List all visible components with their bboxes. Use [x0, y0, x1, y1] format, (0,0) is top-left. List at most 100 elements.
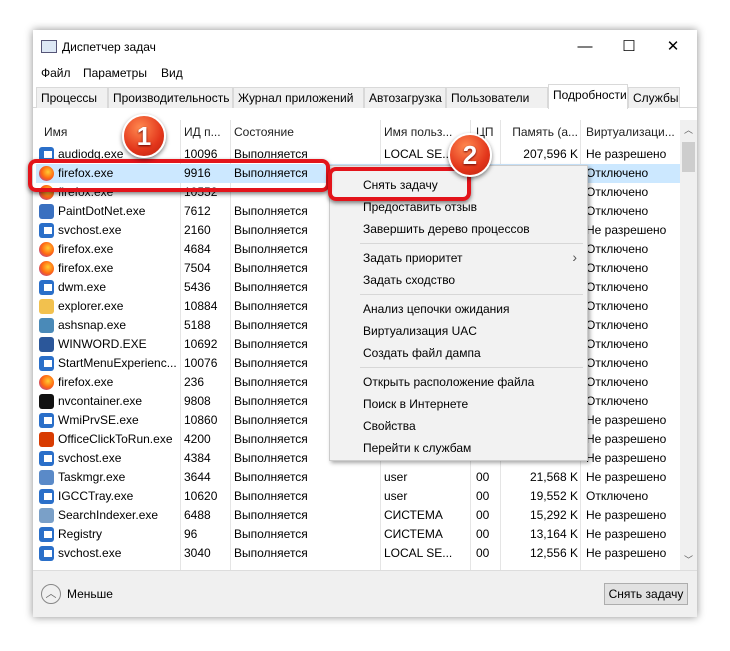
context-menu-item-10[interactable]: Свойства: [363, 419, 416, 433]
process-svc-icon: [39, 356, 54, 371]
context-menu-item-9[interactable]: Поиск в Интернете: [363, 397, 468, 411]
cell-status: Выполняется: [234, 489, 308, 503]
process-pdn-icon: [39, 204, 54, 219]
cell-virtualization: Отключено: [586, 280, 649, 294]
tab-4[interactable]: Пользователи: [446, 87, 548, 108]
column-header-6[interactable]: Виртуализаци...: [586, 125, 678, 139]
submenu-arrow-icon: ›: [572, 249, 577, 265]
cell-name: Taskmgr.exe: [58, 470, 126, 484]
context-menu-item-1[interactable]: Предоставить отзыв: [363, 200, 477, 214]
cell-name: nvcontainer.exe: [58, 394, 143, 408]
cell-virtualization: Отключено: [586, 166, 649, 180]
vertical-scrollbar[interactable]: ︿ ﹀: [680, 120, 697, 570]
cell-pid: 5188: [184, 318, 211, 332]
cell-pid: 96: [184, 527, 198, 541]
tab-5[interactable]: Подробности: [548, 84, 628, 109]
cell-name: firefox.exe: [58, 242, 114, 256]
cell-virtualization: Отключено: [586, 356, 649, 370]
cell-pid: 10692: [184, 337, 218, 351]
cell-user: СИСТЕМА: [384, 527, 443, 541]
cell-cpu: 00: [476, 508, 490, 522]
context-menu-item-5[interactable]: Анализ цепочки ожидания: [363, 302, 509, 316]
tab-0[interactable]: Процессы: [36, 87, 108, 108]
cell-pid: 7612: [184, 204, 211, 218]
context-menu-item-7[interactable]: Создать файл дампа: [363, 346, 481, 360]
column-header-2[interactable]: Состояние: [234, 125, 382, 139]
table-row[interactable]: Registry 96 Выполняется СИСТЕМА 00 13,164 K Не…: [36, 525, 680, 544]
process-svc-icon: [39, 223, 54, 238]
close-button[interactable]: ✕: [653, 34, 693, 60]
scroll-thumb[interactable]: [682, 142, 695, 172]
tab-3[interactable]: Автозагрузка: [364, 87, 446, 108]
cell-memory: 13,164 K: [529, 527, 578, 541]
highlight-selected-row: [28, 159, 330, 192]
tab-1[interactable]: Производительность: [108, 87, 233, 108]
cell-name: firefox.exe: [58, 261, 114, 275]
context-menu-item-3[interactable]: Задать приоритет: [363, 251, 462, 265]
cell-pid: 236: [184, 375, 205, 389]
cell-virtualization: Отключено: [586, 299, 649, 313]
cell-name: svchost.exe: [58, 546, 122, 560]
scroll-up-icon[interactable]: ︿: [684, 123, 693, 136]
cell-pid: 2160: [184, 223, 211, 237]
table-row[interactable]: Taskmgr.exe 3644 Выполняется user 00 21,568 K…: [36, 468, 680, 487]
cell-pid: 7504: [184, 261, 211, 275]
cell-name: ashsnap.exe: [58, 318, 127, 332]
cell-memory: 15,292 K: [529, 508, 578, 522]
menu-file[interactable]: Файл: [41, 66, 71, 80]
cell-name: WINWORD.EXE: [58, 337, 147, 351]
cell-memory: 12,556 K: [529, 546, 578, 560]
menu-bar: Файл Параметры Вид: [33, 62, 697, 84]
step-badge-2: 2: [448, 133, 492, 177]
maximize-button[interactable]: ☐: [609, 34, 649, 60]
cell-pid: 4384: [184, 451, 211, 465]
tab-6[interactable]: Службы: [628, 87, 680, 108]
cell-name: OfficeClickToRun.exe: [58, 432, 173, 446]
cell-virtualization: Отключено: [586, 185, 649, 199]
cell-virtualization: Не разрешено: [586, 413, 667, 427]
cell-name: svchost.exe: [58, 451, 122, 465]
process-svc-icon: [39, 280, 54, 295]
process-ff-icon: [39, 375, 54, 390]
process-folder-icon: [39, 299, 54, 314]
end-task-button[interactable]: Снять задачу: [604, 583, 688, 605]
cell-name: firefox.exe: [58, 375, 114, 389]
cell-virtualization: Отключено: [586, 318, 649, 332]
cell-virtualization: Не разрешено: [586, 546, 667, 560]
table-row[interactable]: IGCCTray.exe 10620 Выполняется user 00 19,552…: [36, 487, 680, 506]
context-menu-item-8[interactable]: Открыть расположение файла: [363, 375, 534, 389]
cell-status: Выполняется: [234, 527, 308, 541]
table-row[interactable]: SearchIndexer.exe 6488 Выполняется СИСТЕМА 0…: [36, 506, 680, 525]
fewer-details-link[interactable]: Меньше: [67, 587, 113, 601]
context-menu-item-6[interactable]: Виртуализация UAC: [363, 324, 477, 338]
menu-separator: [360, 243, 583, 244]
minimize-button[interactable]: —: [565, 34, 605, 60]
cell-pid: 4200: [184, 432, 211, 446]
cell-status: Выполняется: [234, 546, 308, 560]
process-ff-icon: [39, 242, 54, 257]
column-header-1[interactable]: ИД п...: [184, 125, 232, 139]
cell-cpu: 00: [476, 546, 490, 560]
tab-2[interactable]: Журнал приложений: [233, 87, 364, 108]
cell-cpu: 00: [476, 527, 490, 541]
process-svc-icon: [39, 413, 54, 428]
context-menu-item-2[interactable]: Завершить дерево процессов: [363, 222, 530, 236]
scroll-down-icon[interactable]: ﹀: [684, 553, 693, 566]
menu-options[interactable]: Параметры: [83, 66, 147, 80]
cell-status: Выполняется: [234, 470, 308, 484]
context-menu-item-4[interactable]: Задать сходство: [363, 273, 455, 287]
cell-pid: 9808: [184, 394, 211, 408]
menu-view[interactable]: Вид: [161, 66, 183, 80]
cell-status: Выполняется: [234, 508, 308, 522]
chevron-up-icon[interactable]: ︿: [41, 584, 61, 604]
cell-memory: 207,596 K: [523, 147, 578, 161]
cell-pid: 10620: [184, 489, 218, 503]
table-row[interactable]: svchost.exe 3040 Выполняется LOCAL SE... 00 1…: [36, 544, 680, 563]
cell-name: svchost.exe: [58, 223, 122, 237]
context-menu-item-11[interactable]: Перейти к службам: [363, 441, 471, 455]
cell-virtualization: Не разрешено: [586, 147, 667, 161]
column-header-5[interactable]: Память (а...: [506, 125, 578, 139]
cell-name: StartMenuExperienc...: [58, 356, 177, 370]
cell-user: LOCAL SE...: [384, 546, 453, 560]
cell-memory: 19,552 K: [529, 489, 578, 503]
